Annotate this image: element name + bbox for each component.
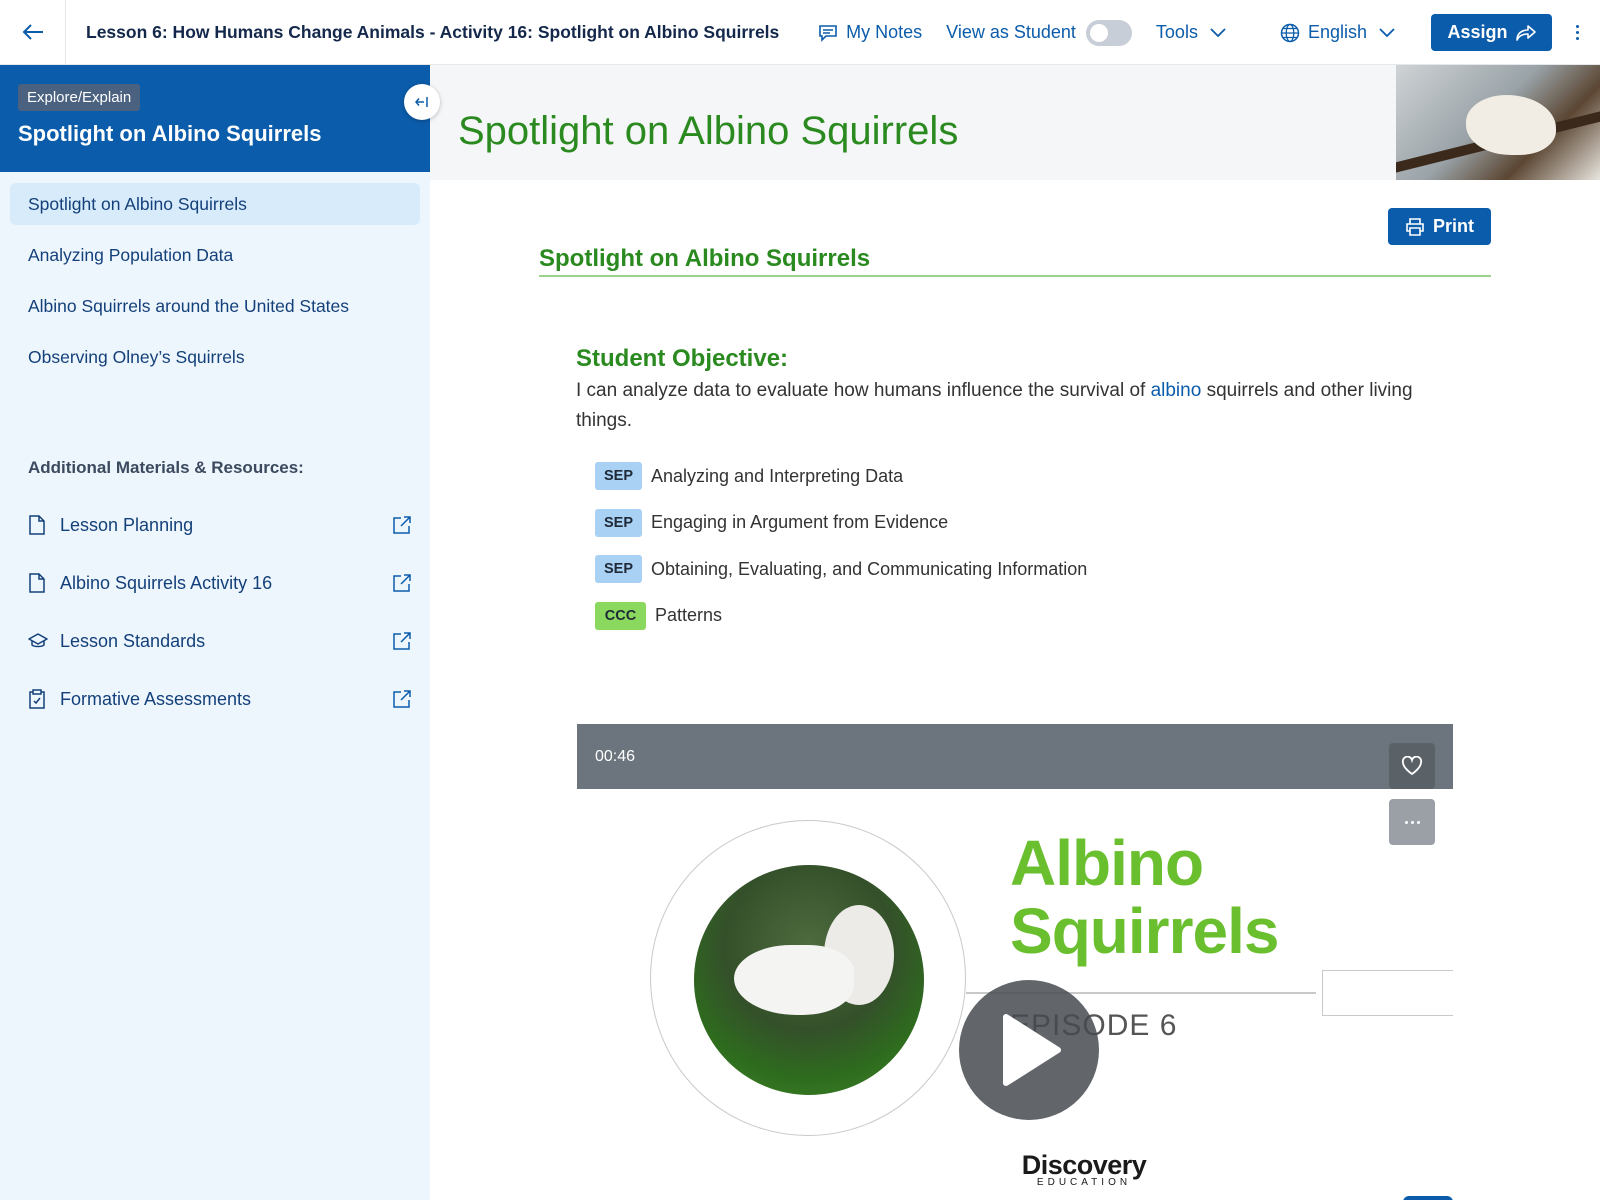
glossary-link-albino[interactable]: albino <box>1151 380 1202 401</box>
objective-text-part: I can analyze data to evaluate how human… <box>576 380 1151 401</box>
squirrel-thumbnail <box>694 865 924 1095</box>
tag-label: Engaging in Argument from Evidence <box>651 512 949 532</box>
top-bar: Lesson 6: How Humans Change Animals - Ac… <box>0 0 1600 65</box>
tag-row: CCC Patterns <box>595 601 1436 631</box>
ccc-badge: CCC <box>595 601 646 630</box>
sep-badge: SEP <box>595 555 642 583</box>
heart-icon <box>1401 756 1423 776</box>
external-link-icon[interactable] <box>392 573 412 593</box>
video-title: Albino Squirrels <box>1010 827 1279 967</box>
view-as-student-label: View as Student <box>946 22 1076 42</box>
corner-badge <box>1403 1196 1453 1200</box>
resource-label: Albino Squirrels Activity 16 <box>60 572 273 593</box>
my-notes-button[interactable]: My Notes <box>818 22 922 43</box>
play-icon <box>1003 1014 1061 1086</box>
video-player[interactable]: 00:46 Albino Squirrels EPISODE 6 Discove… <box>577 724 1453 1200</box>
external-link-icon[interactable] <box>392 515 412 535</box>
video-title-line: Albino <box>1010 827 1204 899</box>
main-content: Spotlight on Albino Squirrels Print Spot… <box>430 65 1600 1200</box>
chevron-down-icon <box>1210 27 1226 37</box>
tag-label: Obtaining, Evaluating, and Communicating… <box>651 558 1088 579</box>
video-more-button[interactable] <box>1389 799 1435 845</box>
collapse-left-icon <box>415 97 428 107</box>
nav-item-population-data[interactable]: Analyzing Population Data <box>10 234 420 276</box>
hero-squirrel-photo <box>1396 65 1600 180</box>
activity-nav: Spotlight on Albino Squirrels Analyzing … <box>0 172 430 378</box>
sidebar-title: Spotlight on Albino Squirrels <box>18 121 322 146</box>
clipboard-icon <box>28 689 48 709</box>
page-title: Spotlight on Albino Squirrels <box>458 109 959 153</box>
tag-label: Patterns <box>655 605 723 625</box>
sidebar-header: Explore/Explain Spotlight on Albino Squi… <box>0 65 440 172</box>
assign-button[interactable]: Assign <box>1431 14 1552 51</box>
toggle-switch[interactable] <box>1085 19 1132 46</box>
nav-item-spotlight[interactable]: Spotlight on Albino Squirrels <box>10 183 420 225</box>
nav-item-olney[interactable]: Observing Olney’s Squirrels <box>10 336 420 378</box>
graduation-cap-icon <box>28 632 48 650</box>
resource-label: Formative Assessments <box>60 688 252 709</box>
play-button[interactable] <box>959 980 1099 1120</box>
resource-activity-16[interactable]: Albino Squirrels Activity 16 <box>0 554 430 612</box>
video-duration: 00:46 <box>595 747 636 765</box>
notes-icon <box>819 24 837 42</box>
sep-badge: SEP <box>595 508 642 537</box>
globe-icon <box>1280 23 1300 42</box>
more-options-icon[interactable] <box>1568 25 1586 40</box>
tag-row: SEP Engaging in Argument from Evidence <box>595 508 1436 538</box>
resource-lesson-planning[interactable]: Lesson Planning <box>0 496 430 554</box>
objective-text: I can analyze data to evaluate how human… <box>576 376 1436 436</box>
video-title-line: Squirrels <box>1010 895 1279 967</box>
language-label: English <box>1307 22 1367 42</box>
section-title: Spotlight on Albino Squirrels <box>539 245 1491 277</box>
tag-row: SEP Obtaining, Evaluating, and Communica… <box>595 554 1436 584</box>
arrow-left-icon <box>22 24 43 40</box>
document-icon <box>28 573 48 593</box>
decorative-box <box>1322 970 1453 1016</box>
objective-heading: Student Objective: <box>576 345 789 372</box>
printer-icon <box>1406 217 1424 236</box>
tag-label: Analyzing and Interpreting Data <box>651 465 904 486</box>
external-link-icon[interactable] <box>392 631 412 651</box>
student-objective: Student Objective: I can analyze data to… <box>576 345 1436 647</box>
tools-menu[interactable]: Tools <box>1156 22 1234 43</box>
discovery-education-logo: Discovery EDUCATION <box>1014 1150 1154 1188</box>
resource-label: Lesson Planning <box>60 514 194 535</box>
collapse-sidebar-button[interactable] <box>404 84 440 120</box>
hero-banner: Spotlight on Albino Squirrels <box>430 65 1600 180</box>
assign-label: Assign <box>1447 22 1508 42</box>
resource-formative-assessments[interactable]: Formative Assessments <box>0 670 430 728</box>
my-notes-label: My Notes <box>846 22 923 42</box>
tools-label: Tools <box>1155 22 1198 42</box>
resource-label: Lesson Standards <box>60 630 206 651</box>
document-icon <box>28 515 48 535</box>
resources-list: Lesson Planning Albino Squirrels Activit… <box>0 496 430 728</box>
print-button[interactable]: Print <box>1388 208 1491 245</box>
view-as-student-toggle[interactable]: View as Student <box>946 19 1132 46</box>
resource-lesson-standards[interactable]: Lesson Standards <box>0 612 430 670</box>
sep-badge: SEP <box>595 462 642 490</box>
video-top-bar: 00:46 <box>577 724 1453 789</box>
lesson-title: Lesson 6: How Humans Change Animals - Ac… <box>86 21 780 42</box>
share-arrow-icon <box>1515 24 1536 41</box>
chevron-down-icon <box>1379 27 1395 37</box>
favorite-button[interactable] <box>1389 743 1435 789</box>
standards-tags: SEP Analyzing and Interpreting Data SEP … <box>576 461 1436 631</box>
nav-item-around-us[interactable]: Albino Squirrels around the United State… <box>10 285 420 327</box>
resources-heading: Additional Materials & Resources: <box>28 458 304 477</box>
sidebar: Explore/Explain Spotlight on Albino Squi… <box>0 65 440 1200</box>
print-label: Print <box>1432 216 1474 236</box>
phase-badge: Explore/Explain <box>18 84 141 111</box>
external-link-icon[interactable] <box>392 689 412 709</box>
tag-row: SEP Analyzing and Interpreting Data <box>595 461 1436 491</box>
language-menu[interactable]: English <box>1280 22 1403 43</box>
back-button[interactable] <box>0 0 66 65</box>
